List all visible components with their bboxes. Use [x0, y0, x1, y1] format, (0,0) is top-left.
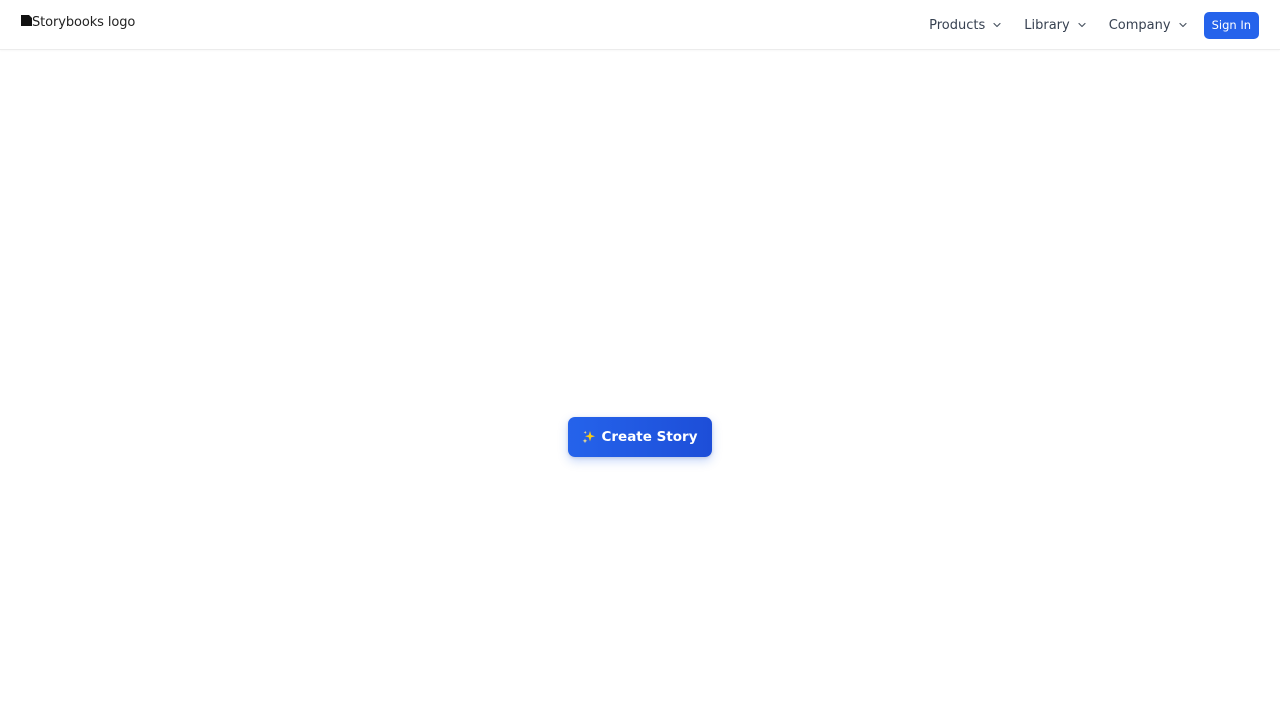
sign-in-button[interactable]: Sign In [1203, 11, 1259, 39]
chevron-down-icon [992, 20, 1002, 30]
nav-item-company[interactable]: Company [1109, 10, 1188, 40]
logo-alt-text: Storybooks logo [32, 15, 136, 30]
broken-image-icon [21, 15, 32, 26]
nav-item-library[interactable]: Library [1024, 10, 1086, 40]
storybooks-logo-link[interactable]: Storybooks logo [21, 14, 135, 32]
main-nav: Products Library Company Sign In [929, 0, 1259, 50]
nav-item-label: Products [929, 17, 986, 33]
top-navigation-bar: Storybooks logo Products Library Company… [0, 0, 1280, 50]
sparkles-icon [582, 430, 596, 444]
chevron-down-icon [1178, 20, 1188, 30]
nav-item-label: Company [1108, 17, 1171, 33]
create-story-button[interactable]: Create Story [568, 417, 712, 457]
create-story-label: Create Story [601, 429, 698, 445]
chevron-down-icon [1077, 20, 1087, 30]
nav-item-label: Library [1024, 17, 1070, 33]
nav-item-products[interactable]: Products [929, 10, 1002, 40]
